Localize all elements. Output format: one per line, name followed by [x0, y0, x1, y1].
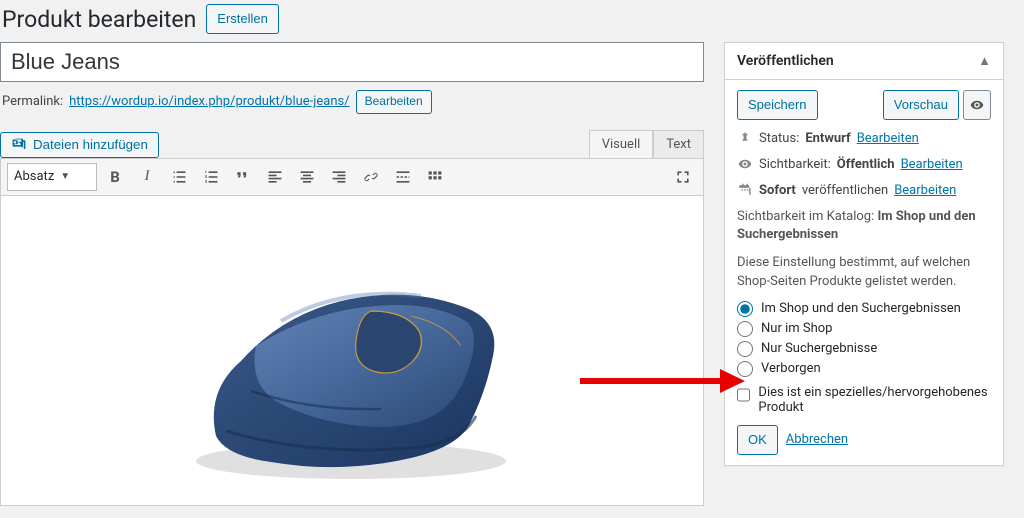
numbered-list-button[interactable]: [197, 163, 225, 191]
catalog-description: Diese Einstellung bestimmt, auf welchen …: [737, 254, 991, 290]
align-center-button[interactable]: [293, 163, 321, 191]
italic-button[interactable]: I: [133, 163, 161, 191]
status-label: Status:: [759, 131, 799, 146]
pin-icon: [737, 130, 753, 146]
product-title-input[interactable]: [0, 42, 704, 82]
featured-checkbox[interactable]: [737, 387, 750, 403]
link-button[interactable]: [357, 163, 385, 191]
collapse-icon[interactable]: ▲: [978, 53, 991, 69]
page-title: Produkt bearbeiten: [2, 6, 196, 33]
add-media-button[interactable]: Dateien hinzufügen: [0, 132, 159, 158]
radio-hidden[interactable]: [737, 361, 753, 377]
visibility-edit-link[interactable]: Bearbeiten: [901, 157, 963, 172]
tab-visual[interactable]: Visuell: [589, 130, 654, 158]
schedule-prefix: Sofort: [759, 183, 796, 198]
radio-shop-search-label: Im Shop und den Suchergebnissen: [761, 301, 961, 316]
publish-box-title: Veröffentlichen: [737, 53, 834, 69]
chevron-down-icon: ▼: [60, 171, 70, 182]
editor-canvas[interactable]: [0, 196, 704, 506]
quote-button[interactable]: [229, 163, 257, 191]
save-button[interactable]: Speichern: [737, 90, 818, 120]
toolbar-toggle-button[interactable]: [421, 163, 449, 191]
status-edit-link[interactable]: Bearbeiten: [857, 131, 919, 146]
product-image: [161, 216, 541, 496]
preview-eye-button[interactable]: [963, 90, 991, 120]
format-select[interactable]: Absatz ▼: [7, 163, 97, 191]
ok-button[interactable]: OK: [737, 425, 778, 455]
visibility-value: Öffentlich: [837, 157, 895, 172]
radio-hidden-label: Verborgen: [761, 361, 821, 376]
preview-button[interactable]: Vorschau: [883, 90, 959, 120]
readmore-button[interactable]: [389, 163, 417, 191]
tab-text[interactable]: Text: [653, 130, 704, 158]
featured-label: Dies ist ein spezielles/hervorgehobenes …: [758, 385, 991, 415]
calendar-icon: [737, 182, 753, 198]
radio-shop[interactable]: [737, 321, 753, 337]
radio-shop-label: Nur im Shop: [761, 321, 832, 336]
permalink-label: Permalink:: [2, 94, 63, 109]
align-left-button[interactable]: [261, 163, 289, 191]
bold-button[interactable]: B: [101, 163, 129, 191]
visibility-label: Sichtbarkeit:: [759, 157, 831, 172]
radio-search[interactable]: [737, 341, 753, 357]
visibility-icon: [737, 156, 753, 172]
fullscreen-button[interactable]: [669, 163, 697, 191]
editor-toolbar: Absatz ▼ B I: [0, 158, 704, 196]
permalink-edit-button[interactable]: Bearbeiten: [356, 90, 432, 114]
radio-search-label: Nur Suchergebnisse: [761, 341, 877, 356]
bullet-list-button[interactable]: [165, 163, 193, 191]
catalog-label: Sichtbarkeit im Katalog:: [737, 209, 874, 224]
schedule-suffix: veröffentlichen: [802, 183, 888, 198]
create-button[interactable]: Erstellen: [206, 4, 279, 34]
publish-box: Veröffentlichen ▲ Speichern Vorschau: [724, 42, 1004, 466]
cancel-link[interactable]: Abbrechen: [786, 432, 848, 447]
permalink-url[interactable]: https://wordup.io/index.php/produkt/blue…: [69, 94, 349, 109]
schedule-edit-link[interactable]: Bearbeiten: [894, 183, 956, 198]
media-icon: [11, 137, 27, 153]
status-value: Entwurf: [805, 131, 850, 146]
eye-icon: [970, 98, 984, 112]
radio-shop-search[interactable]: [737, 301, 753, 317]
align-right-button[interactable]: [325, 163, 353, 191]
